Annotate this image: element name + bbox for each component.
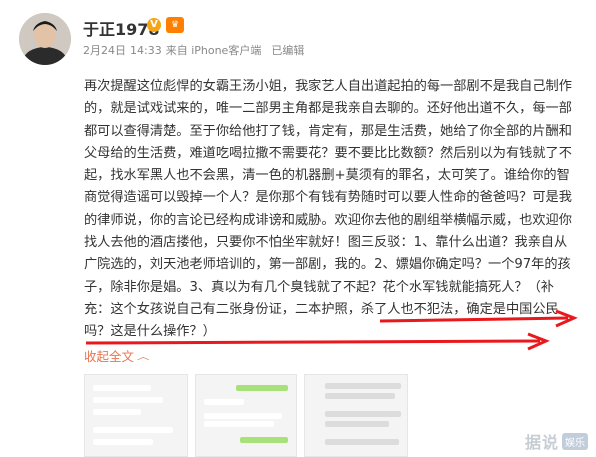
post-time[interactable]: 14:33 [130, 44, 162, 57]
weibo-member-icon[interactable]: ♛ [166, 17, 184, 33]
watermark-text: 据说 [524, 433, 559, 452]
avatar[interactable] [19, 13, 71, 65]
verified-v-icon: V [147, 18, 161, 32]
collapse-label: 收起全文 [84, 349, 135, 364]
post-image-3[interactable] [304, 374, 408, 457]
post-image-2[interactable] [195, 374, 297, 457]
edited-label[interactable]: 已编辑 [271, 44, 304, 57]
post-meta: 2月24日 14:33 来自 iPhone客户端 已编辑 [83, 42, 308, 58]
post-source: 来自 iPhone客户端 [165, 44, 262, 57]
post-text: 再次提醒这位彪悍的女霸王汤小姐，我家艺人自出道起拍的每一部剧不是我自己制作的，就… [84, 79, 572, 340]
post-date[interactable]: 2月24日 [83, 44, 126, 57]
post-image-1[interactable] [84, 374, 188, 457]
avatar-image [19, 13, 71, 65]
watermark: 据说 娱乐 [525, 429, 588, 453]
collapse-text-link[interactable]: 收起全文 ︿ [84, 346, 150, 365]
chevron-up-icon: ︿ [137, 350, 150, 362]
watermark-badge: 娱乐 [562, 432, 588, 450]
